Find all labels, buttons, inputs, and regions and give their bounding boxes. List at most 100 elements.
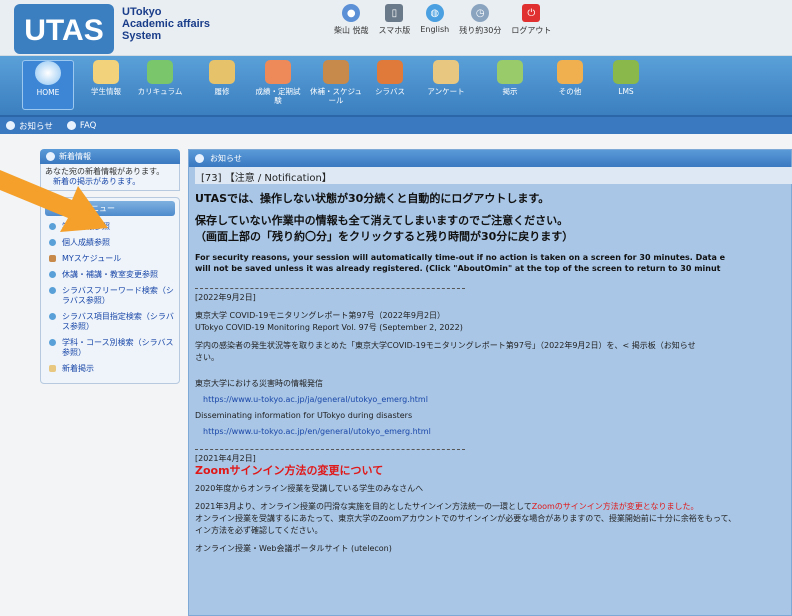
zoom-paragraph-1: 2020年度からオンライン授業を受講している学生のみなさんへ <box>195 484 424 493</box>
zoom-paragraph-2-text: 2021年3月より、オンライン授業の円滑な実施を目的としたサインイン方法統一の一… <box>195 502 532 511</box>
menu-item-course-search[interactable]: 学科・コース別検索（シラバス参照） <box>41 335 179 361</box>
schedule-icon <box>49 255 56 262</box>
notification-title: [73] 【注意 / Notification】 <box>195 167 792 184</box>
nav-label: HOME <box>36 88 60 97</box>
menu-item-my-schedule[interactable]: MYスケジュール <box>41 251 179 267</box>
nav-syllabus[interactable]: シラバス <box>364 60 416 96</box>
zoom-paragraph-2-highlight: Zoomのサインイン方法が変更となりました。 <box>531 502 699 511</box>
menu-label: 新着掲示 <box>62 364 94 373</box>
english-link[interactable]: ◍ English <box>420 4 449 36</box>
menu-label: 学科・コース別検索（シラバス参照） <box>62 338 174 357</box>
grades-icon <box>265 60 291 84</box>
notices-panel: お知らせ [73] 【注意 / Notification】 UTASでは、操作し… <box>188 149 792 616</box>
nav-lms[interactable]: LMS <box>600 60 652 96</box>
nav-label: 学生情報 <box>91 87 121 96</box>
nav-label: 成績・定期試験 <box>255 87 301 105</box>
bulletin-icon <box>49 365 56 372</box>
english-label: English <box>420 25 450 34</box>
menu-label: シラバスフリーワード検索（シラバス参照） <box>62 286 174 305</box>
schedule-icon <box>323 60 349 84</box>
other-icon <box>557 60 583 84</box>
info-icon <box>195 154 204 163</box>
subnav-label: FAQ <box>79 120 97 131</box>
menu-bullet-icon <box>49 313 56 320</box>
date-label: [2022年9月2日] <box>195 293 256 302</box>
subnav-notices[interactable]: お知らせ <box>6 120 53 132</box>
disaster-link-en[interactable]: https://www.u-tokyo.ac.jp/en/general/uto… <box>195 427 792 437</box>
nav-student-info[interactable]: 学生情報 <box>80 60 132 96</box>
survey-icon <box>433 60 459 84</box>
warning-line-2: 保存していない作業中の情報も全て消えてしまいますのでご注意ください。 <box>195 214 569 227</box>
disaster-link-ja[interactable]: https://www.u-tokyo.ac.jp/ja/general/uto… <box>195 395 792 405</box>
top-links: ● 柴山 悦哉 ▯ スマホ版 ◍ English ◷ 残り約30分 ⏻ ログアウ… <box>334 4 551 36</box>
menu-label: 休講・補講・教室変更参照 <box>62 270 158 279</box>
nav-label: 休補・スケジュール <box>310 87 362 105</box>
student-info-icon <box>93 60 119 84</box>
nav-home[interactable]: HOME <box>22 60 74 110</box>
portal-site-label: オンライン授業・Web会議ポータルサイト (utelecon) <box>195 544 392 553</box>
zoom-paragraph-3: オンライン授業を受講するにあたって、東京大学のZoomアカウントでのサインインが… <box>195 514 737 523</box>
menu-item-syllabus-field[interactable]: シラバス項目指定検索（シラバス参照） <box>41 309 179 335</box>
nav-grades[interactable]: 成績・定期試験 <box>252 60 304 105</box>
report-title-en: UTokyo COVID-19 Monitoring Report Vol. 9… <box>195 323 463 332</box>
menu-bullet-icon <box>49 287 56 294</box>
notices-title: お知らせ <box>210 154 242 163</box>
smartphone-label: スマホ版 <box>378 26 411 35</box>
faq-icon <box>66 121 76 130</box>
warning-line-1: UTASでは、操作しない状態が30分続くと自動的にログアウトします。 <box>195 192 550 205</box>
registration-icon <box>209 60 235 84</box>
disaster-info-en: Disseminating information for UTokyo dur… <box>195 411 413 420</box>
time-remaining-label: 残り約30分 <box>459 26 502 35</box>
power-icon: ⏻ <box>522 4 541 22</box>
user-name: 柴山 悦哉 <box>334 26 369 35</box>
clock-icon: ◷ <box>471 4 490 22</box>
menu-label: MYスケジュール <box>62 254 122 263</box>
nav-schedule[interactable]: 休補・スケジュール <box>310 60 362 105</box>
time-remaining-link[interactable]: ◷ 残り約30分 <box>459 4 501 36</box>
info-icon <box>6 121 15 130</box>
nav-bulletin[interactable]: 掲示 <box>484 60 536 96</box>
warning-english-1: For security reasons, your session will … <box>195 253 726 262</box>
zoom-paragraph-2: 2021年3月より、オンライン授業の円滑な実施を目的としたサインイン方法統一の一… <box>195 502 792 512</box>
pointer-arrow-icon <box>0 170 108 232</box>
zoom-notice-title: Zoomサインイン方法の変更について <box>195 464 384 477</box>
report-description: 学内の感染者の発生状況等を取りまとめた「東京大学COVID-19モニタリングレポ… <box>195 341 696 350</box>
main-nav: HOME 学生情報 カリキュラム 履修 成績・定期試験 休補・スケジュール シラ… <box>0 56 792 117</box>
logo-line-3: System <box>122 30 162 42</box>
logout-link[interactable]: ⏻ ログアウト <box>511 4 551 36</box>
nav-curriculum[interactable]: カリキュラム <box>134 60 186 96</box>
nav-survey[interactable]: アンケート <box>420 60 472 96</box>
nav-other[interactable]: その他 <box>544 60 596 96</box>
top-header: UTAS UTokyo Academic affairs System ● 柴山… <box>0 0 792 56</box>
notice-content: UTASでは、操作しない状態が30分続くと自動的にログアウトします。 保存してい… <box>195 192 792 556</box>
warning-english-2: will not be saved unless it was already … <box>195 264 721 273</box>
nav-label: その他 <box>558 87 582 96</box>
nav-label: 掲示 <box>502 87 518 96</box>
subnav-faq[interactable]: FAQ <box>66 120 97 131</box>
nav-registration[interactable]: 履修 <box>196 60 248 96</box>
disaster-info-ja: 東京大学における災害時の情報発信 <box>195 379 323 388</box>
logout-label: ログアウト <box>511 26 552 35</box>
menu-item-new-bulletins[interactable]: 新着掲示 <box>41 361 179 377</box>
divider <box>195 288 465 289</box>
report-title-ja: 東京大学 COVID-19モニタリングレポート第97号（2022年9月2日） <box>195 311 446 320</box>
logo-line-2: Academic affairs <box>122 18 211 30</box>
user-icon: ● <box>342 4 361 22</box>
user-link[interactable]: ● 柴山 悦哉 <box>334 4 369 36</box>
menu-bullet-icon <box>49 271 56 278</box>
lms-icon <box>613 60 639 84</box>
warning-line-3: （画面上部の「残り約〇分」をクリックすると残り時間が30分に戻ります） <box>195 230 574 243</box>
smartphone-link[interactable]: ▯ スマホ版 <box>378 4 411 36</box>
logo-line-1: UTokyo <box>122 6 162 18</box>
bulletin-icon <box>497 60 523 84</box>
logo-text: UTokyo Academic affairs System <box>122 6 210 42</box>
nav-label: LMS <box>618 87 634 96</box>
menu-item-cancellations[interactable]: 休講・補講・教室変更参照 <box>41 267 179 283</box>
utas-logo[interactable]: UTAS <box>14 4 114 54</box>
nav-label: カリキュラム <box>137 87 183 96</box>
zoom-paragraph-4: イン方法を必ず確認してください。 <box>195 526 323 535</box>
svg-text:UTAS: UTAS <box>24 14 103 47</box>
menu-item-syllabus-freeword[interactable]: シラバスフリーワード検索（シラバス参照） <box>41 283 179 309</box>
divider <box>195 449 465 450</box>
nav-label: 履修 <box>214 87 230 96</box>
